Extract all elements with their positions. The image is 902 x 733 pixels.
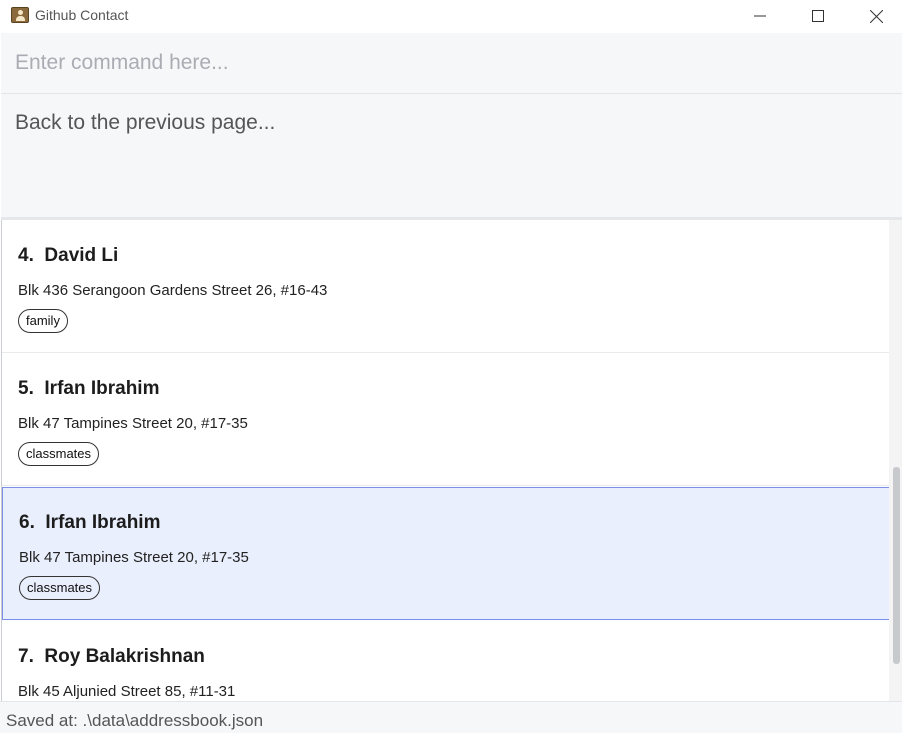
- person-tag: family: [18, 309, 68, 333]
- contact-book-icon: [11, 7, 29, 23]
- maximize-button[interactable]: [789, 0, 847, 32]
- maximize-icon: [812, 10, 824, 22]
- close-icon: [869, 9, 883, 23]
- person-card[interactable]: 7. Roy Balakrishnan Blk 45 Aljunied Stre…: [2, 621, 889, 701]
- status-bar: Saved at: .\data\addressbook.json: [0, 701, 902, 733]
- person-name: 4. David Li: [18, 245, 119, 266]
- window-title: Github Contact: [35, 7, 129, 23]
- person-card[interactable]: 4. David Li Blk 436 Serangoon Gardens St…: [2, 220, 889, 353]
- person-name: 7. Roy Balakrishnan: [18, 646, 205, 667]
- title-bar: Github Contact: [0, 0, 902, 33]
- minimize-button[interactable]: [731, 0, 789, 32]
- command-box: [1, 33, 902, 94]
- person-name: 6. Irfan Ibrahim: [19, 512, 161, 533]
- minimize-icon: [754, 15, 766, 17]
- person-address: Blk 47 Tampines Street 20, #17-35: [18, 415, 248, 432]
- close-button[interactable]: [847, 0, 902, 32]
- person-address: Blk 436 Serangoon Gardens Street 26, #16…: [18, 282, 328, 299]
- result-display: Back to the previous page...: [1, 94, 902, 218]
- person-tag: classmates: [18, 442, 100, 466]
- result-text: Back to the previous page...: [15, 111, 276, 134]
- save-location-text: Saved at: .\data\addressbook.json: [6, 711, 264, 730]
- person-card[interactable]: 5. Irfan Ibrahim Blk 47 Tampines Street …: [2, 353, 889, 486]
- person-card-selected[interactable]: 6. Irfan Ibrahim Blk 47 Tampines Street …: [2, 487, 889, 620]
- person-name: 5. Irfan Ibrahim: [18, 378, 160, 399]
- scrollbar-thumb[interactable]: [893, 467, 900, 664]
- command-input[interactable]: [1, 33, 902, 93]
- person-tag: classmates: [19, 576, 101, 600]
- person-list[interactable]: 4. David Li Blk 436 Serangoon Gardens St…: [1, 220, 889, 701]
- person-address: Blk 47 Tampines Street 20, #17-35: [19, 549, 249, 566]
- person-address: Blk 45 Aljunied Street 85, #11-31: [18, 683, 236, 700]
